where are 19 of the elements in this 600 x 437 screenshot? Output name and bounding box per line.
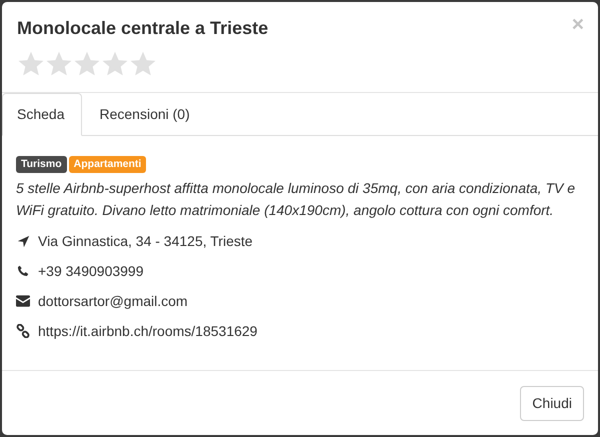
dialog-title: Monolocale centrale a Trieste	[17, 17, 268, 39]
star-icon	[73, 50, 101, 78]
tag: Appartamenti	[68, 156, 146, 173]
close-dialog-button[interactable]: Chiudi	[520, 386, 584, 421]
description: 5 stelle Airbnb-superhost affitta monolocale luminoso di 35mq, con aria condizionata, TV e WiFi gratuito. Divano letto matrimoniale (140x190cm), angolo cottura con ogni comfort.	[16, 179, 576, 220]
tab[interactable]: Scheda	[2, 93, 82, 136]
star-icon	[17, 50, 45, 78]
email-text: dottorsartor@gmail.com	[38, 292, 188, 311]
tab[interactable]: Recensioni (0)	[84, 93, 208, 136]
location-arrow-icon	[16, 234, 30, 248]
star-icon	[129, 50, 157, 78]
address-text: Via Ginnastica, 34 - 34125, Trieste	[38, 232, 253, 250]
phone-icon	[16, 265, 30, 277]
star-icon	[101, 50, 129, 78]
phone-number: +39 3490903999	[38, 262, 144, 280]
envelope-icon	[16, 295, 30, 307]
star-icon	[45, 50, 73, 78]
tag: Turismo	[16, 156, 67, 173]
link-icon	[16, 324, 30, 338]
